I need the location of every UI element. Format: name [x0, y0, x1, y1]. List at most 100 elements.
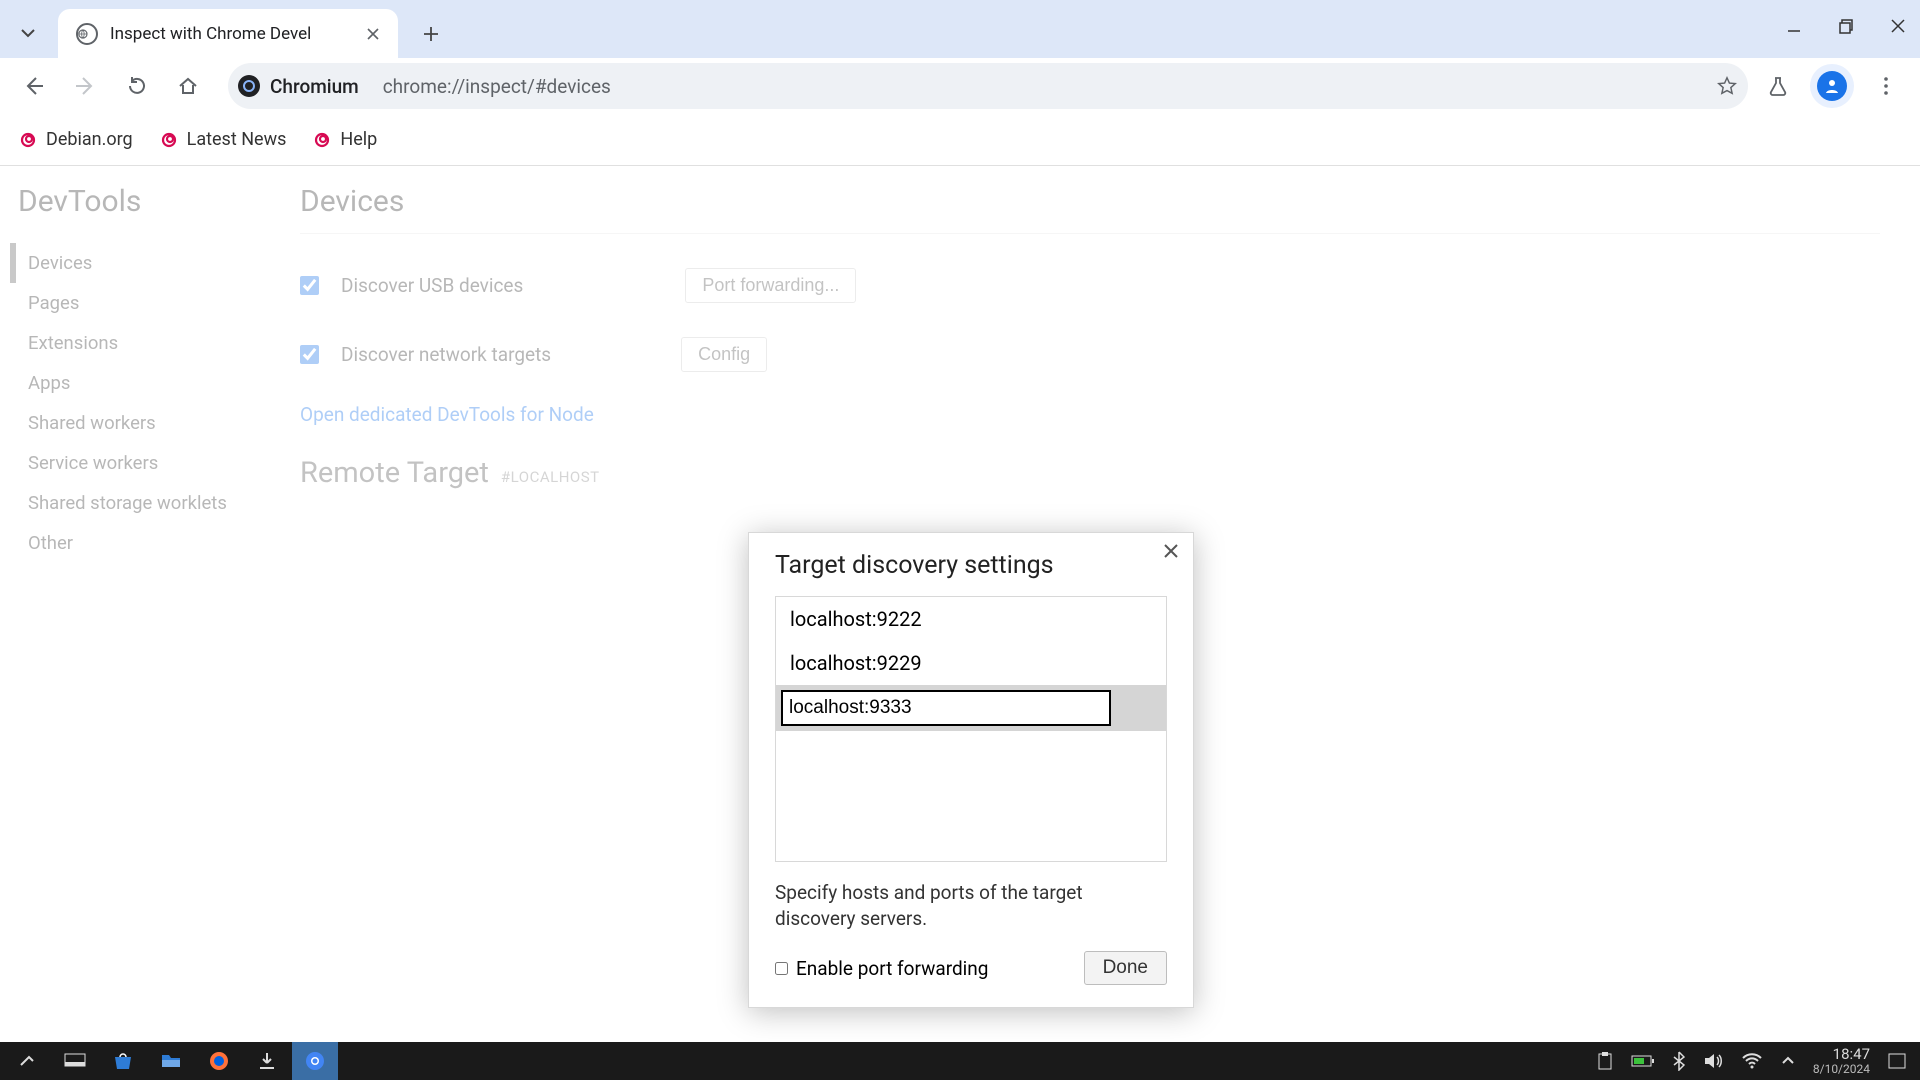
- clipboard-icon: [1597, 1052, 1613, 1070]
- clock-date: 8/10/2024: [1813, 1063, 1870, 1076]
- tray-chevron[interactable]: [1781, 1054, 1795, 1068]
- nav-back-button[interactable]: [12, 64, 56, 108]
- browser-menu-button[interactable]: [1864, 64, 1908, 108]
- tray-battery[interactable]: [1631, 1054, 1655, 1068]
- sidebar-item-shared-storage-worklets[interactable]: Shared storage worklets: [10, 483, 258, 523]
- tray-volume[interactable]: [1703, 1052, 1723, 1070]
- sidebar-heading: DevTools: [18, 184, 258, 219]
- close-icon: [1163, 543, 1179, 559]
- labs-button[interactable]: [1756, 64, 1800, 108]
- debian-swirl-icon: [18, 130, 38, 150]
- window-restore-button[interactable]: [1832, 12, 1860, 40]
- speaker-icon: [1703, 1052, 1723, 1070]
- restore-icon: [1837, 17, 1855, 35]
- bookmark-debian[interactable]: Debian.org: [18, 129, 133, 150]
- browser-toolbar: Chromium chrome://inspect/#devices: [0, 58, 1920, 114]
- target-host-input[interactable]: [781, 690, 1111, 726]
- taskbar-files[interactable]: [148, 1042, 194, 1080]
- target-list-item[interactable]: localhost:9222: [776, 597, 1166, 641]
- remote-target-heading: Remote Target #LOCALHOST: [300, 456, 1880, 490]
- open-devtools-for-node-link[interactable]: Open dedicated DevTools for Node: [300, 403, 594, 426]
- address-bar[interactable]: Chromium chrome://inspect/#devices: [228, 63, 1748, 109]
- remote-target-label: Remote Target: [300, 456, 489, 490]
- bluetooth-icon: [1673, 1051, 1685, 1071]
- sidebar-item-service-workers[interactable]: Service workers: [10, 443, 258, 483]
- browser-tab[interactable]: Inspect with Chrome Devel: [58, 9, 398, 58]
- discover-network-row: Discover network targets Config: [300, 337, 1880, 372]
- url-text: chrome://inspect/#devices: [383, 75, 1716, 98]
- window-minimize-button[interactable]: [1780, 12, 1808, 40]
- debian-swirl-icon: [159, 130, 179, 150]
- person-icon: [1817, 71, 1847, 101]
- tab-title: Inspect with Chrome Devel: [110, 24, 311, 44]
- debian-swirl-icon: [312, 130, 332, 150]
- modal-footer: Enable port forwarding Done: [775, 951, 1167, 985]
- sidebar-item-extensions[interactable]: Extensions: [10, 323, 258, 363]
- os-taskbar: 18:47 8/10/2024: [0, 1042, 1920, 1080]
- devices-panel: Devices Discover USB devices Port forwar…: [300, 184, 1880, 490]
- tray-bluetooth[interactable]: [1673, 1051, 1685, 1071]
- taskbar-app-launcher[interactable]: [4, 1042, 50, 1080]
- taskbar-app-store[interactable]: [100, 1042, 146, 1080]
- configure-button[interactable]: Config: [681, 337, 767, 372]
- chevron-up-icon: [1781, 1054, 1795, 1068]
- sidebar-item-shared-workers[interactable]: Shared workers: [10, 403, 258, 443]
- sidebar-item-apps[interactable]: Apps: [10, 363, 258, 403]
- site-identity-label: Chromium: [270, 75, 359, 98]
- enable-port-forwarding-text: Enable port forwarding: [796, 957, 988, 980]
- reload-icon: [126, 75, 148, 97]
- tray-clipboard[interactable]: [1597, 1052, 1613, 1070]
- bookmark-latest-news[interactable]: Latest News: [159, 129, 287, 150]
- taskbar-chromium[interactable]: [292, 1042, 338, 1080]
- nav-forward-button[interactable]: [64, 64, 108, 108]
- modal-close-button[interactable]: [1163, 543, 1179, 559]
- enable-port-forwarding-checkbox[interactable]: [775, 962, 788, 975]
- notification-icon: [1888, 1053, 1906, 1069]
- discover-network-label: Discover network targets: [341, 343, 551, 366]
- download-icon: [257, 1051, 277, 1071]
- wifi-icon: [1741, 1052, 1763, 1070]
- page-content: DevTools Devices Pages Extensions Apps S…: [0, 166, 1920, 1042]
- discover-network-checkbox[interactable]: [300, 345, 319, 364]
- target-list: localhost:9222 localhost:9229: [775, 596, 1167, 862]
- discover-usb-checkbox[interactable]: [300, 276, 319, 295]
- target-discovery-modal: Target discovery settings localhost:9222…: [748, 532, 1194, 1008]
- tab-search-dropdown[interactable]: [10, 15, 46, 51]
- taskbar-downloads[interactable]: [244, 1042, 290, 1080]
- tray-clock[interactable]: 18:47 8/10/2024: [1813, 1047, 1870, 1075]
- sidebar-item-other[interactable]: Other: [10, 523, 258, 563]
- page-title: Devices: [300, 184, 1880, 234]
- sidebar-item-pages[interactable]: Pages: [10, 283, 258, 323]
- bookmark-help[interactable]: Help: [312, 129, 377, 150]
- nav-home-button[interactable]: [167, 64, 211, 108]
- site-identity[interactable]: Chromium: [238, 75, 369, 98]
- bag-icon: [112, 1051, 134, 1071]
- window-close-button[interactable]: [1884, 12, 1912, 40]
- tray-notifications[interactable]: [1888, 1053, 1906, 1069]
- folder-icon: [160, 1052, 182, 1070]
- chevron-down-icon: [20, 25, 36, 41]
- clock-time: 18:47: [1813, 1047, 1870, 1063]
- port-forwarding-button[interactable]: Port forwarding...: [685, 268, 856, 303]
- bookmark-star-button[interactable]: [1716, 75, 1738, 97]
- window-titlebar: Inspect with Chrome Devel: [0, 0, 1920, 58]
- tray-network[interactable]: [1741, 1052, 1763, 1070]
- kebab-icon: [1876, 76, 1896, 96]
- arrow-right-icon: [74, 75, 96, 97]
- profile-button[interactable]: [1810, 64, 1854, 108]
- taskbar-show-desktop[interactable]: [52, 1042, 98, 1080]
- new-tab-button[interactable]: [414, 17, 448, 51]
- chromium-icon: [304, 1050, 326, 1072]
- done-button[interactable]: Done: [1084, 951, 1167, 985]
- launcher-icon: [17, 1051, 37, 1071]
- nav-reload-button[interactable]: [115, 64, 159, 108]
- sidebar-item-devices[interactable]: Devices: [10, 243, 258, 283]
- bookmark-label: Latest News: [187, 129, 287, 150]
- chromium-icon: [238, 75, 260, 97]
- target-list-item[interactable]: localhost:9229: [776, 641, 1166, 685]
- taskbar-firefox[interactable]: [196, 1042, 242, 1080]
- arrow-left-icon: [23, 75, 45, 97]
- enable-port-forwarding-label[interactable]: Enable port forwarding: [775, 957, 988, 980]
- tab-close-button[interactable]: [360, 23, 386, 45]
- star-icon: [1716, 75, 1738, 97]
